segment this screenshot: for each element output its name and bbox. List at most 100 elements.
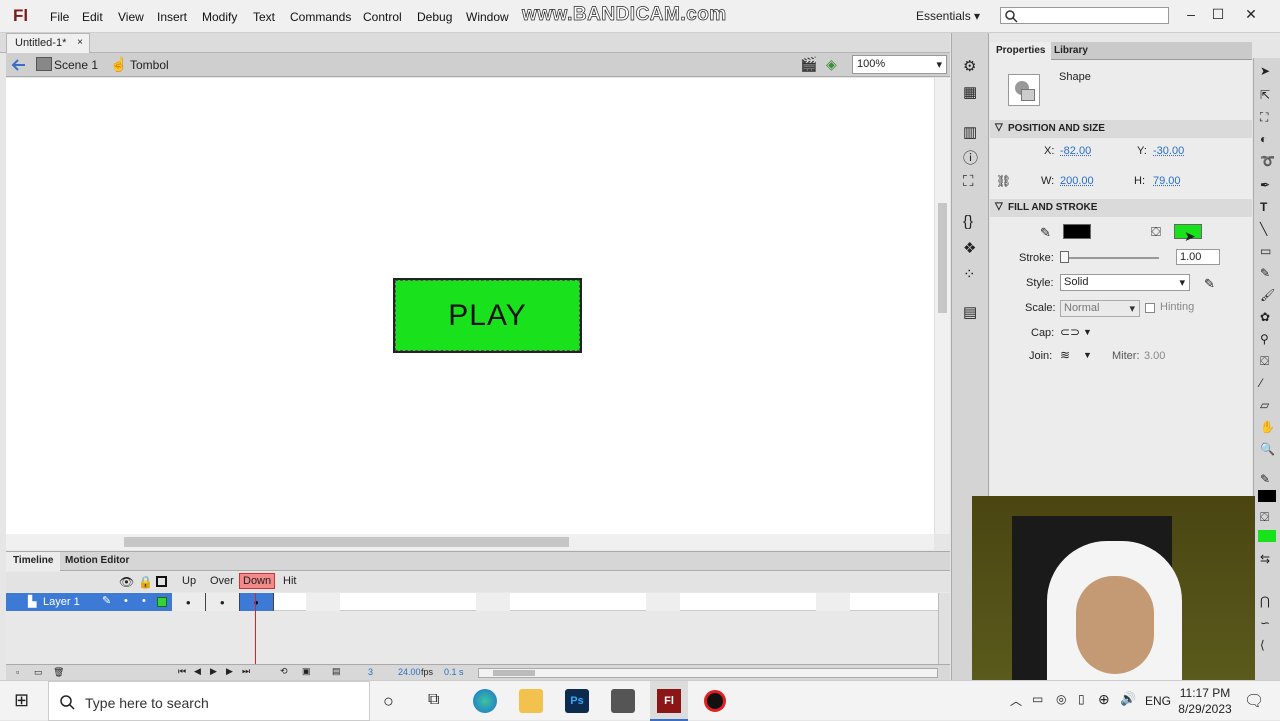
stroke-slider-thumb[interactable] — [1060, 251, 1069, 263]
help-search-input[interactable] — [1000, 7, 1169, 24]
section-fill-stroke[interactable]: ▽ FILL AND STROKE — [990, 199, 1252, 217]
rectangle-tool-icon[interactable]: ▭ — [1260, 244, 1271, 258]
network-device-icon[interactable]: ▭ — [1032, 692, 1043, 706]
workspace-switcher[interactable]: Essentials ▾ — [916, 9, 980, 23]
volume-icon[interactable]: 🔊 — [1120, 691, 1136, 707]
photoshop-icon[interactable]: Ps — [565, 689, 589, 713]
fill-color-icon[interactable]: ⛋ — [1260, 510, 1269, 525]
stroke-slider-track[interactable] — [1062, 257, 1159, 259]
history-icon[interactable]: ▤ — [963, 303, 977, 321]
scale-select[interactable]: Normal ▾ — [1060, 300, 1140, 317]
notification-icon[interactable]: 🗨 — [1244, 691, 1264, 711]
tab-timeline[interactable]: Timeline — [6, 552, 61, 571]
tab-properties[interactable]: Properties — [990, 42, 1052, 60]
tab-motion-editor[interactable]: Motion Editor — [58, 552, 136, 571]
smooth-icon[interactable]: ∽ — [1260, 616, 1270, 630]
join-style-icon[interactable]: ≋ — [1060, 348, 1070, 362]
info-icon[interactable]: ⓘ — [963, 147, 978, 168]
3d-rotation-tool-icon[interactable]: ◐ — [1260, 132, 1267, 146]
y-value[interactable]: -30.00 — [1153, 145, 1184, 157]
stroke-color-chip[interactable] — [1258, 490, 1276, 502]
zoom-select[interactable]: 100% ▾ — [852, 55, 947, 74]
edit-scene-icon[interactable]: 🎬 — [800, 56, 817, 73]
menu-view[interactable]: View — [118, 10, 144, 24]
play-icon[interactable]: ▶ — [210, 666, 217, 677]
step-back-icon[interactable]: ◀ — [194, 666, 201, 677]
line-tool-icon[interactable]: ╲ — [1260, 222, 1267, 236]
scrollbar-thumb[interactable] — [493, 670, 535, 676]
menu-text[interactable]: Text — [253, 10, 275, 24]
code-snippets-icon[interactable]: {} — [963, 213, 973, 230]
globe-icon[interactable]: ⊕ — [1098, 691, 1110, 708]
stage-horizontal-scrollbar[interactable] — [6, 534, 934, 550]
onion-skin-icon[interactable]: ▣ — [302, 666, 311, 677]
edit-stroke-style-icon[interactable]: ✎ — [1204, 276, 1215, 292]
breadcrumb-scene[interactable]: Scene 1 — [54, 58, 98, 72]
layer-name[interactable]: Layer 1 — [43, 596, 80, 608]
keyframe-up[interactable]: • — [172, 593, 206, 611]
language-indicator[interactable]: ENG — [1145, 694, 1171, 708]
system-clock[interactable]: 11:17 PM 8/29/2023 — [1170, 685, 1240, 717]
timeline-vscroll[interactable] — [938, 593, 950, 664]
menu-insert[interactable]: Insert — [157, 10, 187, 24]
step-forward-icon[interactable]: ▶ — [226, 666, 233, 677]
h-value[interactable]: 79.00 — [1153, 175, 1181, 187]
scrollbar-thumb[interactable] — [938, 203, 947, 313]
chevron-down-icon[interactable]: ▼ — [1083, 350, 1092, 360]
edit-symbols-icon[interactable]: ◈ — [826, 56, 837, 73]
edit-multiple-frames-icon[interactable]: ▤ — [332, 666, 341, 677]
back-arrow-icon[interactable] — [11, 58, 27, 72]
playhead[interactable] — [255, 593, 256, 664]
stage-vertical-scrollbar[interactable] — [934, 78, 950, 534]
lock-dot[interactable]: • — [142, 595, 146, 607]
frame-rate[interactable]: 24.00 — [398, 667, 421, 677]
hinting-checkbox[interactable] — [1145, 303, 1155, 313]
maximize-button[interactable]: ☐ — [1203, 4, 1233, 24]
text-tool-icon[interactable]: T — [1260, 200, 1267, 214]
section-position-size[interactable]: ▽ POSITION AND SIZE — [990, 120, 1252, 138]
swap-colors-icon[interactable]: ⇆ — [1260, 552, 1270, 566]
chevron-up-icon[interactable]: ︿ — [1010, 692, 1022, 709]
scrollbar-thumb[interactable] — [124, 537, 569, 547]
battery-icon[interactable]: ▯ — [1078, 692, 1085, 706]
breadcrumb-symbol[interactable]: Tombol — [130, 58, 169, 72]
free-transform-tool-icon[interactable]: ⛶ — [1260, 110, 1268, 125]
webcam-tray-icon[interactable]: ◎ — [1056, 692, 1066, 706]
loop-icon[interactable]: ⟲ — [280, 666, 288, 677]
menu-window[interactable]: Window — [466, 10, 509, 24]
selection-tool-icon[interactable]: ➤ — [1260, 64, 1270, 78]
lock-ratio-icon[interactable]: ⛓ — [996, 174, 1011, 188]
eyedropper-tool-icon[interactable]: ⁄ — [1260, 376, 1262, 390]
style-select[interactable]: Solid ▾ — [1060, 274, 1190, 291]
miter-value[interactable]: 3.00 — [1144, 350, 1165, 362]
task-view-icon[interactable]: ⧉ — [428, 691, 439, 709]
flash-taskbar-item[interactable]: Fl — [650, 681, 688, 721]
close-button[interactable]: ✕ — [1236, 4, 1266, 24]
keyframe-over[interactable]: • — [206, 593, 240, 611]
subselection-tool-icon[interactable]: ⇱ — [1260, 88, 1270, 102]
new-layer-icon[interactable]: ▫ — [16, 667, 19, 677]
play-button-shape[interactable]: PLAY — [393, 278, 582, 353]
cortana-icon[interactable]: ○ — [383, 691, 394, 712]
edge-icon[interactable] — [473, 689, 497, 713]
w-value[interactable]: 200.00 — [1060, 175, 1094, 187]
minimize-button[interactable]: – — [1176, 4, 1206, 24]
x-value[interactable]: -82.00 — [1060, 145, 1091, 157]
align-icon[interactable]: ▥ — [963, 123, 977, 141]
components-icon[interactable]: ❖ — [963, 239, 976, 257]
pen-tool-icon[interactable]: ✒ — [1260, 178, 1270, 192]
zoom-tool-icon[interactable]: 🔍 — [1260, 442, 1275, 456]
tab-library[interactable]: Library — [1048, 42, 1094, 60]
timeline-hscroll[interactable] — [478, 668, 938, 678]
windows-start-icon[interactable]: ⊞ — [14, 690, 29, 711]
brush-tool-icon[interactable]: 🖌 — [1260, 288, 1275, 302]
bone-tool-icon[interactable]: ⚲ — [1260, 332, 1269, 346]
eye-icon[interactable]: 👁 — [119, 575, 134, 589]
paint-bucket-tool-icon[interactable]: ⛋ — [1260, 354, 1269, 369]
outline-icon[interactable] — [156, 576, 167, 587]
cap-style-icon[interactable]: ⊂⊃ — [1060, 325, 1080, 339]
visibility-dot[interactable]: • — [124, 595, 128, 607]
menu-modify[interactable]: Modify — [202, 10, 237, 24]
menu-control[interactable]: Control — [363, 10, 402, 24]
menu-file[interactable]: File — [50, 10, 69, 24]
